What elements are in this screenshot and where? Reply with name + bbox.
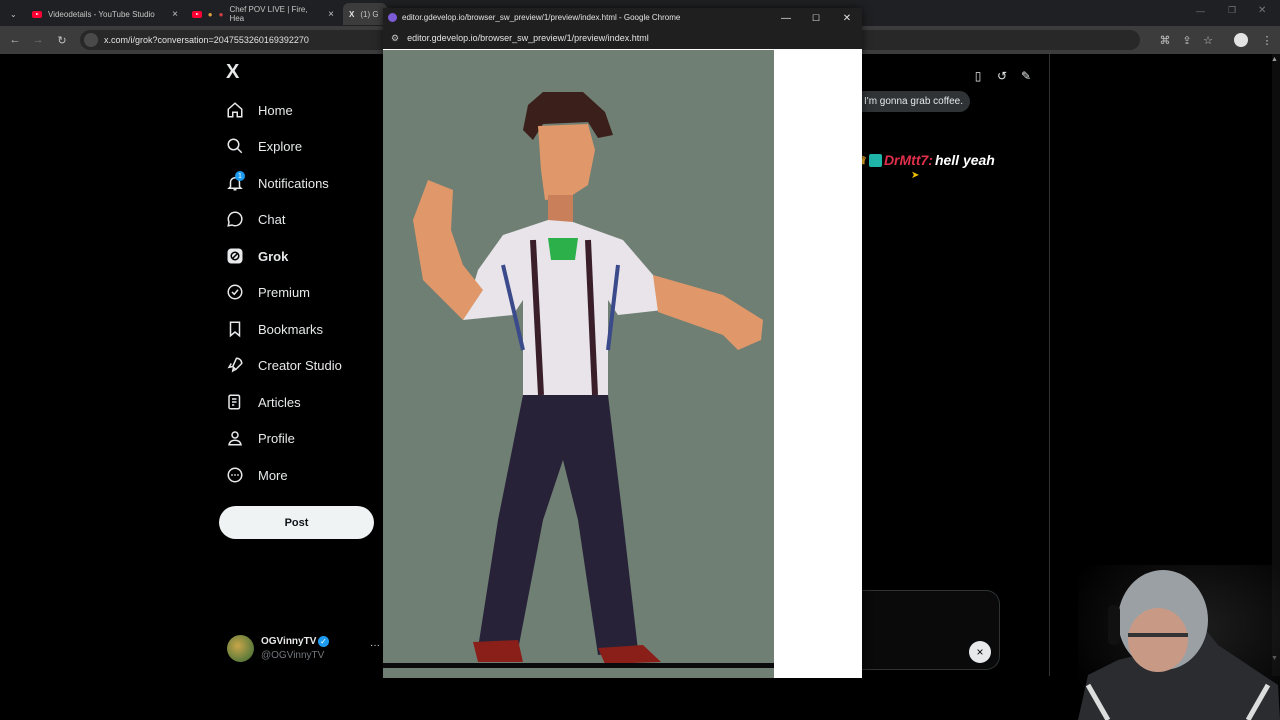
account-name: OGVinnyTV bbox=[261, 636, 317, 647]
grok-icon bbox=[227, 248, 243, 264]
post-button[interactable]: Post bbox=[219, 506, 374, 539]
x-logo[interactable]: X bbox=[226, 61, 239, 84]
profile-avatar-icon[interactable] bbox=[1232, 31, 1250, 49]
bookmark-icon[interactable]: ▯ bbox=[970, 68, 986, 84]
chat-text: hell yeah bbox=[934, 152, 995, 168]
maximize-icon[interactable]: ❐ bbox=[1228, 5, 1236, 16]
home-icon bbox=[227, 102, 243, 118]
install-app-icon[interactable]: ⇪ bbox=[1178, 31, 1196, 49]
sidebar-item-label: Articles bbox=[258, 394, 301, 410]
close-icon[interactable]: × bbox=[969, 641, 991, 663]
streamer-webcam-image bbox=[1078, 565, 1280, 720]
tab-close-icon[interactable]: × bbox=[172, 9, 178, 20]
x-logo-icon: X bbox=[349, 9, 355, 19]
grok-message-bubble: I'm gonna grab coffee. bbox=[862, 91, 970, 112]
youtube-icon bbox=[192, 10, 202, 18]
stream-avatar-icon: ● bbox=[218, 9, 224, 19]
sidebar-item-label: Creator Studio bbox=[258, 357, 342, 373]
avatar[interactable] bbox=[227, 635, 254, 662]
tab-label: Chef POV LIVE | Fire, Hea bbox=[229, 5, 308, 23]
tab-close-icon[interactable]: × bbox=[328, 9, 334, 20]
sidebar-item-creator-studio[interactable]: Creator Studio bbox=[226, 354, 342, 376]
popup-url: editor.gdevelop.io/browser_sw_preview/1/… bbox=[407, 33, 649, 43]
sidebar-item-label: Home bbox=[258, 102, 293, 118]
notification-badge: 1 bbox=[235, 171, 245, 181]
gdevelop-icon bbox=[388, 13, 397, 22]
chat-icon bbox=[227, 211, 243, 227]
person-icon bbox=[228, 431, 242, 446]
chat-username: DrMtt7: bbox=[883, 152, 933, 168]
sidebar-item-label: Explore bbox=[258, 138, 303, 154]
minimize-icon[interactable]: — bbox=[1196, 6, 1205, 16]
sidebar-item-label: Bookmarks bbox=[258, 321, 324, 337]
popup-title-bar[interactable]: editor.gdevelop.io/browser_sw_preview/1/… bbox=[383, 8, 862, 27]
address-bar-url: x.com/i/grok?conversation=20475532601693… bbox=[104, 35, 309, 45]
stream-chat-message: ✗ ♛ DrMtt7: hell yeah bbox=[845, 152, 995, 168]
message-text: I'm gonna grab coffee. bbox=[864, 96, 964, 107]
forward-icon[interactable]: → bbox=[29, 31, 47, 49]
rocket-icon bbox=[227, 357, 243, 373]
sidebar-item-premium[interactable]: Premium bbox=[226, 281, 310, 303]
translate-icon[interactable]: ⌘ bbox=[1156, 31, 1174, 49]
column-divider bbox=[1049, 54, 1050, 676]
bookmark-icon bbox=[229, 321, 241, 338]
sidebar-item-label: Chat bbox=[258, 211, 286, 227]
sidebar-item-label: Grok bbox=[258, 248, 289, 264]
tab-label: (1) G bbox=[360, 9, 379, 19]
reload-icon[interactable]: ↻ bbox=[53, 31, 71, 49]
articles-icon bbox=[228, 394, 241, 410]
bookmark-star-icon[interactable]: ☆ bbox=[1199, 31, 1217, 49]
pixel-character-sprite bbox=[413, 92, 763, 664]
tab-youtube-studio[interactable]: Videodetails - YouTube Studio × bbox=[26, 3, 184, 25]
popup-title: editor.gdevelop.io/browser_sw_preview/1/… bbox=[402, 13, 681, 22]
fire-icon: ● bbox=[207, 9, 213, 19]
game-canvas[interactable] bbox=[383, 50, 774, 678]
subscriber-badge-icon bbox=[868, 153, 882, 167]
minimize-icon[interactable]: — bbox=[779, 11, 793, 25]
sidebar-item-notifications[interactable]: 1 Notifications bbox=[226, 171, 329, 194]
webcam-overlay bbox=[1078, 565, 1280, 720]
sidebar-item-home[interactable]: Home bbox=[226, 99, 293, 121]
sidebar-item-more[interactable]: More bbox=[226, 464, 288, 486]
verified-badge-icon: ✓ bbox=[318, 636, 329, 647]
sidebar-item-label: Profile bbox=[258, 430, 295, 446]
sidebar-item-articles[interactable]: Articles bbox=[226, 391, 301, 413]
sidebar-item-grok[interactable]: Grok bbox=[226, 245, 288, 267]
site-settings-icon[interactable]: ⚙ bbox=[391, 33, 399, 44]
close-window-icon[interactable]: ✕ bbox=[840, 11, 854, 25]
youtube-icon bbox=[32, 10, 42, 18]
history-icon[interactable]: ↺ bbox=[994, 68, 1010, 84]
account-handle: @OGVinnyTV bbox=[261, 650, 325, 661]
sidebar-item-explore[interactable]: Explore bbox=[226, 135, 302, 157]
search-icon bbox=[227, 138, 243, 154]
scroll-up-icon[interactable]: ▲ bbox=[1271, 56, 1278, 63]
cursor-icon: ➤ bbox=[911, 170, 920, 181]
sidebar-item-label: Premium bbox=[258, 284, 311, 300]
more-icon bbox=[227, 467, 243, 483]
tab-chef-pov[interactable]: ● ● Chef POV LIVE | Fire, Hea × bbox=[186, 3, 340, 25]
maximize-icon[interactable]: ☐ bbox=[809, 11, 823, 25]
back-icon[interactable]: ← bbox=[6, 31, 24, 49]
browser-menu-icon[interactable]: ⋮ bbox=[1258, 31, 1276, 49]
popup-address-bar[interactable]: ⚙ editor.gdevelop.io/browser_sw_preview/… bbox=[383, 27, 862, 49]
ground-strip bbox=[383, 663, 774, 668]
account-menu-icon[interactable]: ··· bbox=[370, 640, 380, 651]
sidebar-item-profile[interactable]: Profile bbox=[226, 427, 295, 449]
site-info-icon[interactable] bbox=[84, 33, 98, 47]
tab-x-grok[interactable]: X (1) G bbox=[343, 3, 387, 25]
close-window-icon[interactable]: ✕ bbox=[1258, 5, 1266, 16]
preview-popup-window: editor.gdevelop.io/browser_sw_preview/1/… bbox=[383, 8, 862, 678]
sidebar-item-label: More bbox=[258, 467, 288, 483]
tab-label: Videodetails - YouTube Studio bbox=[48, 9, 155, 19]
sidebar-item-label: Notifications bbox=[258, 175, 329, 191]
premium-icon bbox=[227, 284, 243, 300]
tab-search-chevron-icon[interactable]: ⌄ bbox=[4, 3, 22, 25]
sidebar-item-chat[interactable]: Chat bbox=[226, 208, 285, 230]
sidebar-item-bookmarks[interactable]: Bookmarks bbox=[226, 318, 323, 340]
new-chat-icon[interactable]: ✎ bbox=[1018, 68, 1034, 84]
